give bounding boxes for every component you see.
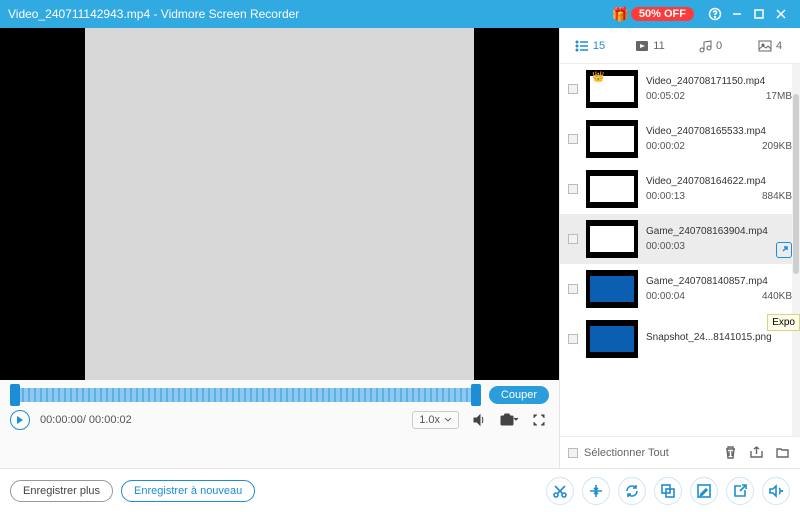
item-checkbox[interactable] xyxy=(568,184,578,194)
trim-tool[interactable] xyxy=(546,477,574,505)
snapshot-icon[interactable] xyxy=(499,410,519,430)
item-thumbnail: 👑 xyxy=(586,70,638,108)
item-thumbnail xyxy=(586,120,638,158)
item-size: 209KB xyxy=(762,141,792,152)
item-checkbox[interactable] xyxy=(568,234,578,244)
compress-tool[interactable] xyxy=(582,477,610,505)
close-icon[interactable] xyxy=(770,3,792,25)
delete-button[interactable] xyxy=(720,443,740,463)
item-checkbox[interactable] xyxy=(568,84,578,94)
promo-badge: 50% OFF xyxy=(631,7,694,21)
video-icon xyxy=(635,39,649,53)
audio-icon xyxy=(698,39,712,53)
tab-image[interactable]: 4 xyxy=(740,39,800,53)
item-size: 884KB xyxy=(762,191,792,202)
item-duration: 00:00:03 xyxy=(646,241,685,252)
fullscreen-icon[interactable] xyxy=(529,410,549,430)
item-filename: Video_240708164622.mp4 xyxy=(646,176,792,187)
item-filename: Game_240708140857.mp4 xyxy=(646,276,792,287)
list-item[interactable]: Video_240708165533.mp4 00:00:02 209KB xyxy=(560,114,800,164)
list-item[interactable]: Game_240708140857.mp4 00:00:04 440KB xyxy=(560,264,800,314)
speed-select[interactable]: 1.0x xyxy=(412,411,459,429)
item-checkbox[interactable] xyxy=(568,134,578,144)
tab-list[interactable]: 15 xyxy=(560,39,620,53)
window-title: Video_240711142943.mp4 - Vidmore Screen … xyxy=(8,7,299,21)
item-filename: Game_240708163904.mp4 xyxy=(646,226,792,237)
image-icon xyxy=(758,39,772,53)
convert-tool[interactable] xyxy=(618,477,646,505)
item-filename: Video_240708165533.mp4 xyxy=(646,126,792,137)
volume-icon[interactable] xyxy=(469,410,489,430)
record-more-button[interactable]: Enregistrer plus xyxy=(10,480,113,502)
maximize-icon[interactable] xyxy=(748,3,770,25)
share-tool[interactable] xyxy=(726,477,754,505)
recordings-list[interactable]: 👑 Video_240708171150.mp4 00:05:02 17MB Video… xyxy=(560,64,800,436)
item-thumbnail xyxy=(586,170,638,208)
minimize-icon[interactable] xyxy=(726,3,748,25)
select-all-checkbox[interactable] xyxy=(568,448,578,458)
item-filename: Snapshot_24...8141015.png xyxy=(646,332,792,343)
item-checkbox[interactable] xyxy=(568,334,578,344)
list-item[interactable]: Video_240708164622.mp4 00:00:13 884KB xyxy=(560,164,800,214)
merge-tool[interactable] xyxy=(654,477,682,505)
item-size: 17MB xyxy=(766,91,792,102)
trim-handle-right[interactable] xyxy=(471,384,481,406)
item-share-icon[interactable] xyxy=(776,242,792,258)
video-viewer xyxy=(0,28,559,380)
tab-audio[interactable]: 0 xyxy=(680,39,740,53)
list-item[interactable]: Game_240708163904.mp4 00:00:03 xyxy=(560,214,800,264)
folder-button[interactable] xyxy=(772,443,792,463)
list-item[interactable]: Snapshot_24...8141015.png xyxy=(560,314,800,364)
item-duration: 00:00:13 xyxy=(646,191,685,202)
cut-button[interactable]: Couper xyxy=(489,386,549,404)
item-size: 440KB xyxy=(762,291,792,302)
play-button[interactable] xyxy=(10,410,30,430)
trim-handle-left[interactable] xyxy=(10,384,20,406)
scrollbar[interactable] xyxy=(792,64,800,436)
edit-tool[interactable] xyxy=(690,477,718,505)
item-checkbox[interactable] xyxy=(568,284,578,294)
item-filename: Video_240708171150.mp4 xyxy=(646,76,792,87)
playback-time: 00:00:00/ 00:00:02 xyxy=(40,414,132,426)
item-thumbnail xyxy=(586,320,638,358)
select-all-label: Sélectionner Tout xyxy=(584,447,669,459)
trim-timeline[interactable] xyxy=(10,388,481,402)
item-duration: 00:00:04 xyxy=(646,291,685,302)
item-duration: 00:05:02 xyxy=(646,91,685,102)
gift-icon: 🎁 xyxy=(611,6,628,23)
item-thumbnail xyxy=(586,220,638,258)
help-icon[interactable] xyxy=(704,3,726,25)
audio-tool[interactable] xyxy=(762,477,790,505)
tab-video[interactable]: 11 xyxy=(620,39,680,53)
list-item[interactable]: 👑 Video_240708171150.mp4 00:05:02 17MB xyxy=(560,64,800,114)
promo-banner[interactable]: 🎁 50% OFF xyxy=(611,6,694,23)
export-button[interactable] xyxy=(746,443,766,463)
record-again-button[interactable]: Enregistrer à nouveau xyxy=(121,480,255,502)
export-tooltip: Expo xyxy=(767,314,800,331)
list-icon xyxy=(575,39,589,53)
item-duration: 00:00:02 xyxy=(646,141,685,152)
item-thumbnail xyxy=(586,270,638,308)
